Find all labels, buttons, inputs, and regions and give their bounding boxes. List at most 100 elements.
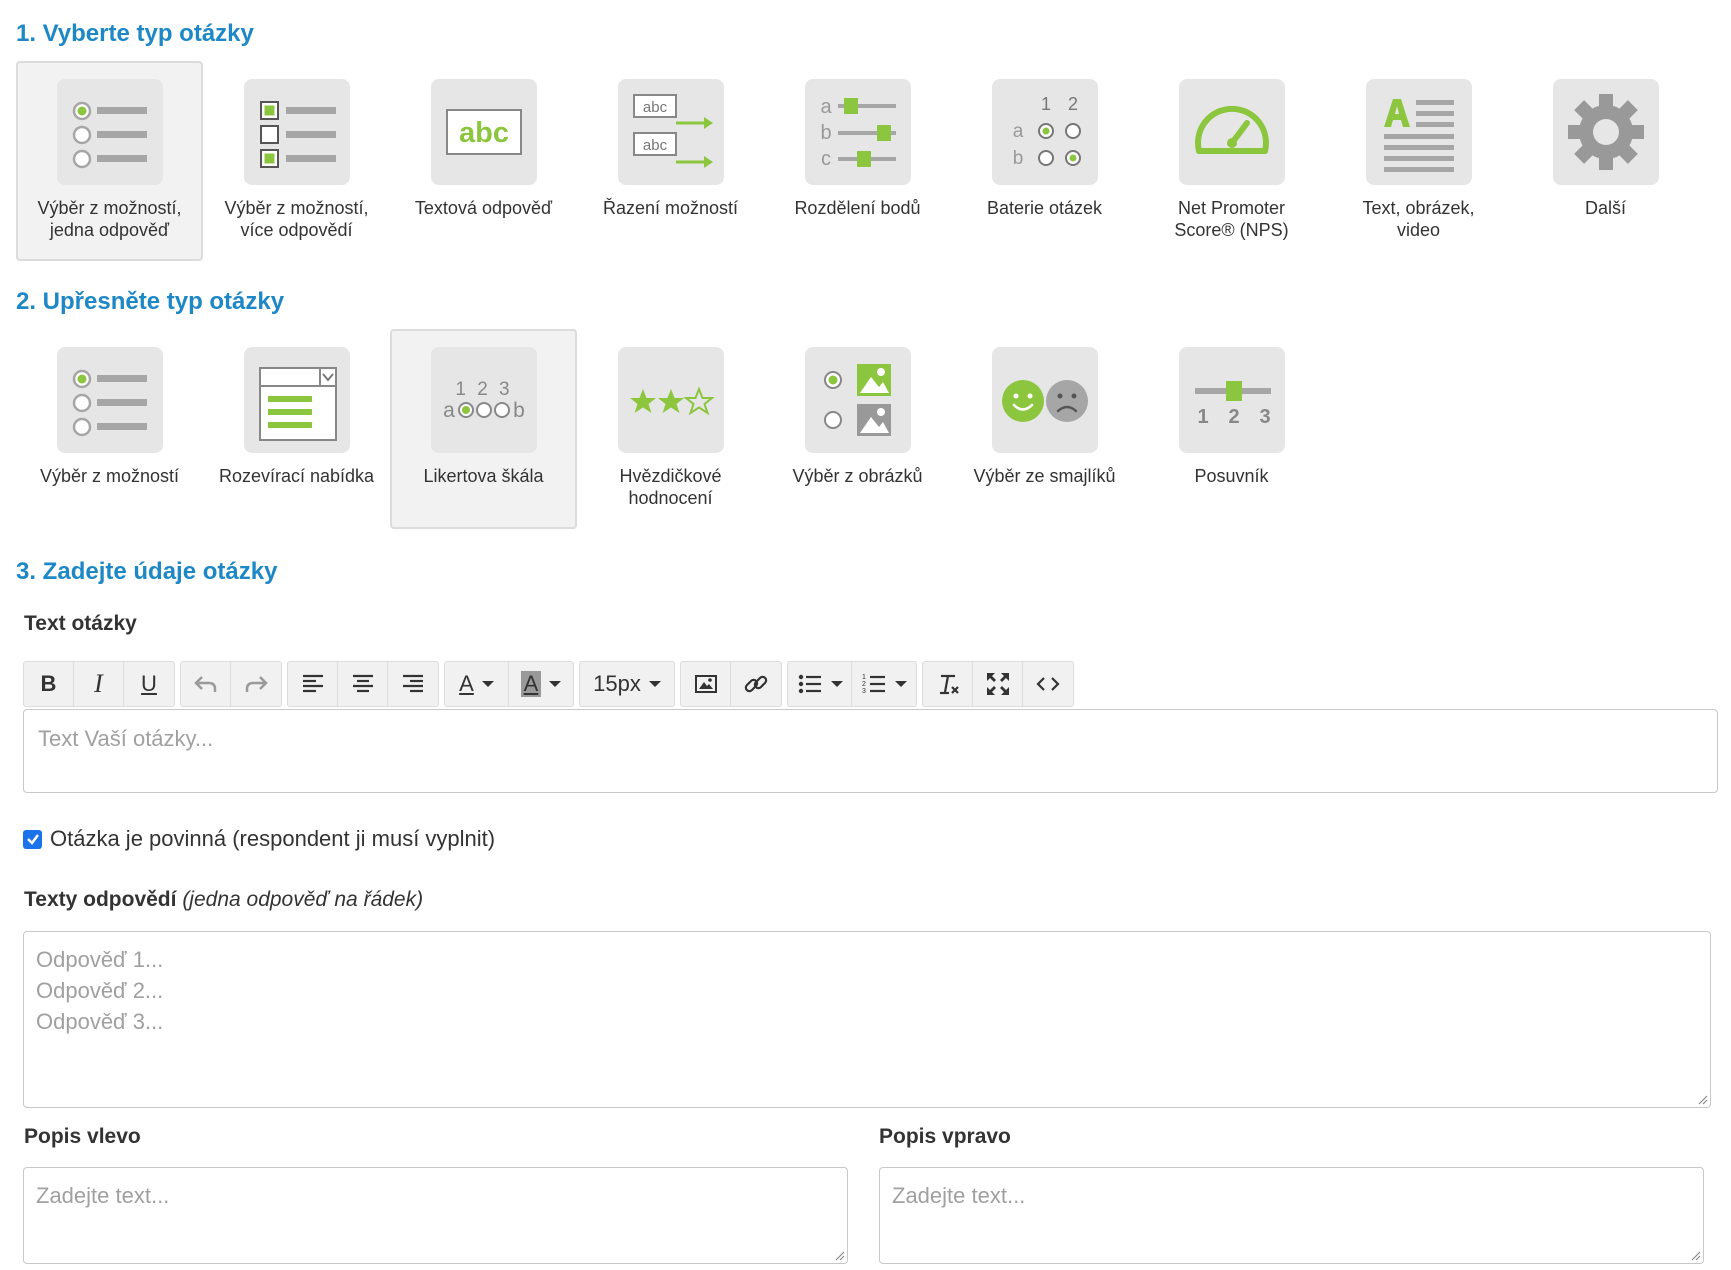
ranking-icon: abc abc — [617, 79, 724, 185]
resize-grip-icon[interactable] — [833, 1249, 845, 1261]
radio-list-icon — [56, 347, 163, 453]
answers-textarea[interactable]: Odpověď 1... Odpověď 2... Odpověď 3... — [23, 931, 1711, 1108]
tile-star-rating[interactable]: Hvězdičkové hodnocení — [577, 329, 764, 529]
answers-hint: (jedna odpověď na řádek) — [182, 888, 424, 911]
numbered-list-button[interactable]: 123 — [852, 662, 916, 706]
left-description-textarea[interactable]: Zadejte text... — [23, 1167, 848, 1264]
insert-link-button[interactable] — [731, 662, 781, 706]
resize-grip-icon[interactable] — [1689, 1249, 1701, 1261]
chevron-down-icon — [895, 681, 907, 687]
source-code-button[interactable] — [1023, 662, 1073, 706]
undo-button[interactable] — [181, 662, 231, 706]
tile-label: Výběr z možností, více odpovědí — [224, 198, 369, 240]
question-text-label: Text otázky — [24, 612, 137, 635]
font-color-button[interactable]: A — [445, 662, 509, 706]
left-description-placeholder: Zadejte text... — [36, 1183, 170, 1208]
tile-label: Řazení možností — [602, 198, 739, 218]
align-group — [287, 661, 439, 707]
tile-ranking[interactable]: abc abc Řazení možností — [577, 61, 764, 261]
smiley-choice-icon — [991, 347, 1098, 453]
tile-points-distribution[interactable]: a b c Rozdělení bodů — [764, 61, 951, 261]
background-color-button[interactable]: A — [509, 662, 573, 706]
chevron-down-icon — [648, 681, 661, 687]
link-icon — [744, 675, 768, 693]
tile-label: Rozdělení bodů — [794, 198, 921, 218]
bold-button[interactable]: B — [24, 662, 74, 706]
question-type-row: Výběr z možností, jedna odpověď Výběr z … — [16, 61, 1699, 261]
text-answer-icon: abc — [430, 79, 537, 185]
required-checkbox[interactable] — [23, 829, 42, 849]
slider-icon: 1 2 3 — [1178, 347, 1285, 453]
answers-placeholder: Odpověď 1... Odpověď 2... Odpověď 3... — [36, 947, 164, 1034]
svg-text:1: 1 — [1197, 406, 1208, 428]
insert-group — [680, 661, 782, 707]
tile-image-choice[interactable]: Výběr z obrázků — [764, 329, 951, 529]
question-battery-icon: 1 2 a b — [991, 79, 1098, 185]
clear-format-button[interactable] — [923, 662, 973, 706]
tile-choice[interactable]: Výběr z možností — [16, 329, 203, 529]
tile-nps[interactable]: Net Promoter Score® (NPS) — [1138, 61, 1325, 261]
italic-button[interactable]: I — [74, 662, 124, 706]
svg-text:a: a — [443, 399, 455, 422]
tile-more[interactable]: Další — [1512, 61, 1699, 261]
gear-icon — [1552, 79, 1659, 185]
fullscreen-button[interactable] — [973, 662, 1023, 706]
numbered-list-icon: 123 — [862, 674, 885, 695]
align-left-button[interactable] — [288, 662, 338, 706]
align-center-icon — [352, 674, 373, 693]
clear-format-icon — [939, 674, 959, 695]
tile-slider[interactable]: 1 2 3 Posuvník — [1138, 329, 1325, 529]
tile-label: Textová odpověď — [414, 198, 553, 218]
answers-label-text: Texty odpovědí — [24, 888, 177, 911]
tile-multiple-choice[interactable]: Výběr z možností, více odpovědí — [203, 61, 390, 261]
tile-dropdown[interactable]: Rozevírací nabídka — [203, 329, 390, 529]
svg-text:1: 1 — [862, 674, 866, 681]
tile-label: Výběr z obrázků — [792, 466, 923, 486]
tile-label: Likertova škála — [423, 466, 544, 486]
tile-label: Hvězdičkové hodnocení — [619, 466, 722, 508]
svg-text:1: 1 — [1040, 94, 1050, 114]
underline-button[interactable]: U — [124, 662, 174, 706]
svg-text:2: 2 — [1067, 94, 1077, 114]
chevron-down-icon — [549, 681, 562, 687]
tile-smiley-choice[interactable]: Výběr ze smajlíků — [951, 329, 1138, 529]
tile-label: Výběr z možností — [39, 466, 180, 486]
tile-question-battery[interactable]: 1 2 a b Baterie otázek — [951, 61, 1138, 261]
step1-title: 1. Vyberte typ otázky — [16, 20, 254, 47]
star-rating-icon — [617, 347, 724, 453]
svg-text:2: 2 — [1228, 406, 1239, 428]
redo-button[interactable] — [231, 662, 281, 706]
tile-text-answer[interactable]: abc Textová odpověď — [390, 61, 577, 261]
tile-label: Posuvník — [1194, 466, 1269, 486]
svg-text:a: a — [820, 96, 832, 118]
tile-likert[interactable]: 1 2 3 a b Likertova škála — [390, 329, 577, 529]
font-size-value: 15px — [593, 671, 641, 696]
svg-text:abc: abc — [642, 137, 667, 154]
right-description-textarea[interactable]: Zadejte text... — [879, 1167, 1704, 1264]
align-right-button[interactable] — [388, 662, 438, 706]
dropdown-icon — [243, 347, 350, 453]
image-choice-icon — [804, 347, 911, 453]
question-text-editor[interactable]: Text Vaší otázky... — [23, 709, 1718, 793]
tile-single-choice[interactable]: Výběr z možností, jedna odpověď — [16, 61, 203, 261]
resize-grip-icon[interactable] — [1696, 1093, 1708, 1105]
font-color-icon: A — [459, 671, 474, 696]
points-distribution-icon: a b c — [804, 79, 911, 185]
tile-label: Další — [1584, 198, 1626, 218]
list-group: 123 — [787, 661, 917, 707]
svg-text:1 2 3: 1 2 3 — [455, 379, 512, 400]
redo-icon — [245, 676, 268, 692]
format-group: B I U — [23, 661, 175, 707]
bullet-list-button[interactable] — [788, 662, 852, 706]
editor-toolbar: B I U A A 15px 1 2 3 — [23, 661, 1079, 707]
font-size-dropdown[interactable]: 15px — [580, 662, 674, 706]
chevron-down-icon — [830, 681, 843, 687]
color-group: A A — [444, 661, 574, 707]
insert-image-button[interactable] — [681, 662, 731, 706]
svg-text:a: a — [1012, 121, 1023, 142]
svg-text:b: b — [513, 399, 525, 422]
tile-text-image-video[interactable]: Text, obrázek, video — [1325, 61, 1512, 261]
question-text-placeholder: Text Vaší otázky... — [38, 726, 214, 751]
align-center-button[interactable] — [338, 662, 388, 706]
tile-label: Text, obrázek, video — [1362, 198, 1475, 240]
